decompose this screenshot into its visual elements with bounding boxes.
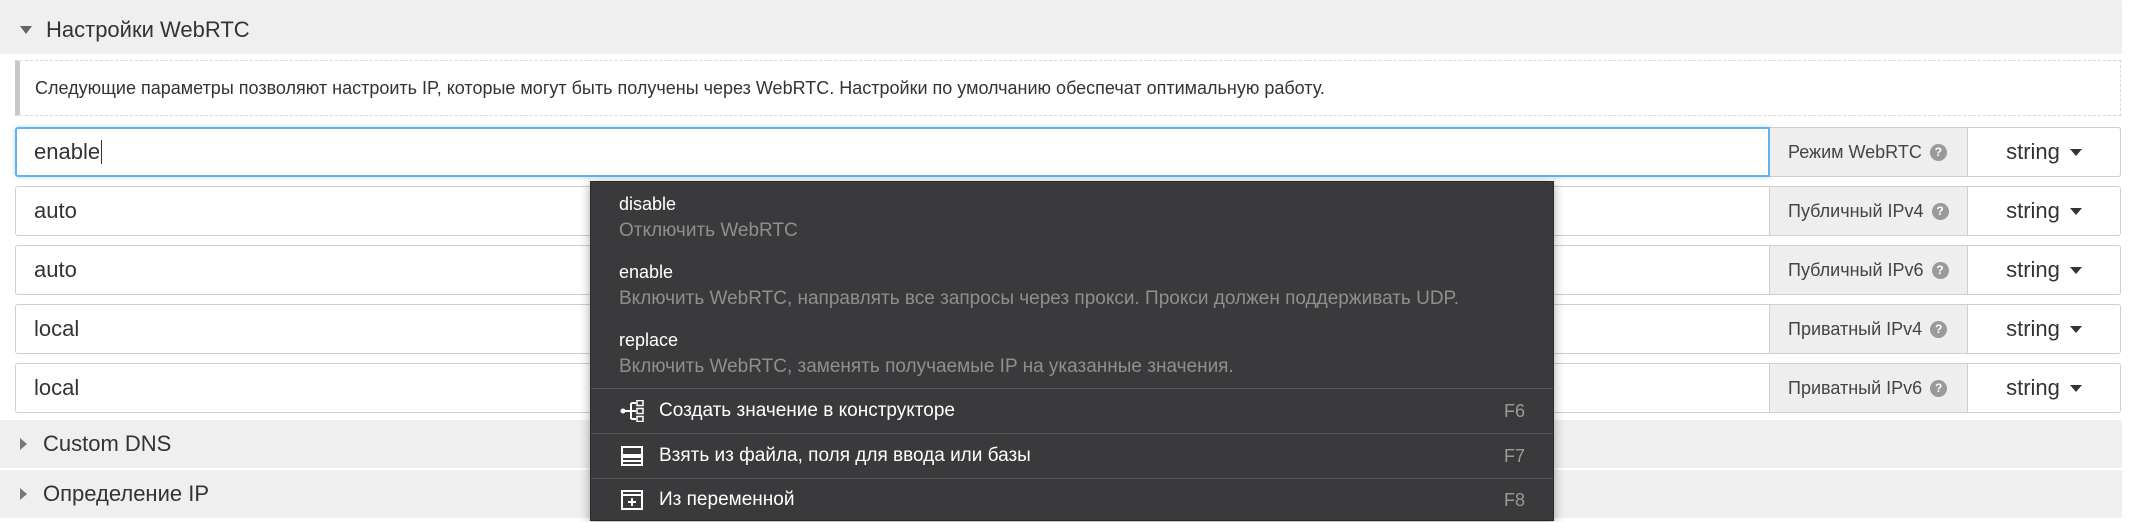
field-label: Режим WebRTC ?	[1770, 127, 1968, 177]
option-enable[interactable]: enable Включить WebRTC, направлять все з…	[619, 262, 1459, 310]
field-label-text: Публичный IPv6	[1788, 259, 1924, 280]
variable-icon	[619, 489, 645, 511]
help-icon[interactable]: ?	[1929, 143, 1947, 161]
section-title: Настройки WebRTC	[46, 17, 250, 42]
field-value: local	[34, 375, 80, 400]
field-value: enable	[34, 139, 101, 164]
section-title: Custom DNS	[43, 431, 172, 456]
menu-item-label: Из переменной	[659, 489, 795, 510]
type-dropdown-button[interactable]: string	[1968, 304, 2121, 354]
text-cursor	[101, 140, 103, 164]
type-label: string	[2006, 198, 2060, 223]
option-name: enable	[619, 262, 674, 282]
constructor-icon	[619, 400, 645, 422]
webrtc-mode-input[interactable]: enable	[15, 127, 1770, 177]
field-label: Публичный IPv6 ?	[1770, 245, 1968, 295]
shortcut-key: F6	[1503, 400, 1525, 421]
help-icon[interactable]: ?	[1930, 379, 1948, 397]
chevron-down-icon	[2069, 384, 2082, 392]
shortcut-key: F7	[1503, 445, 1525, 466]
caret-down-icon	[20, 26, 32, 34]
option-description: Включить WebRTC, заменять получаемые IP …	[619, 356, 1234, 377]
help-icon[interactable]: ?	[1931, 202, 1949, 220]
type-dropdown-button[interactable]: string	[1968, 245, 2121, 295]
option-description: Включить WebRTC, направлять все запросы …	[619, 288, 1460, 309]
type-dropdown-button[interactable]: string	[1968, 363, 2121, 413]
field-label-text: Режим WebRTC	[1788, 141, 1922, 162]
menu-take-from-resource[interactable]: Взять из файла, поля для ввода или базы …	[591, 434, 1553, 478]
menu-create-in-constructor[interactable]: Создать значение в конструкторе F6	[591, 389, 1553, 433]
type-label: string	[2006, 139, 2060, 164]
field-label: Публичный IPv4 ?	[1770, 186, 1968, 236]
field-label-text: Публичный IPv4	[1788, 200, 1924, 221]
resource-icon	[619, 445, 645, 467]
chevron-down-icon	[2069, 148, 2082, 156]
caret-right-icon	[20, 438, 27, 450]
field-label-text: Приватный IPv6	[1788, 377, 1923, 398]
option-disable[interactable]: disable Отключить WebRTC	[619, 194, 798, 242]
caret-right-icon	[20, 488, 27, 500]
row-webrtc-mode: enable Режим WebRTC ? string	[15, 127, 2121, 177]
autocomplete-dropdown: disable Отключить WebRTC enable Включить…	[590, 181, 1554, 521]
field-label: Приватный IPv6 ?	[1770, 363, 1968, 413]
type-label: string	[2006, 316, 2060, 341]
option-name: replace	[619, 330, 679, 350]
menu-from-variable[interactable]: Из переменной F8	[591, 478, 1553, 522]
shortcut-key: F8	[1503, 489, 1525, 510]
info-text: Следующие параметры позволяют настроить …	[35, 77, 1325, 98]
chevron-down-icon	[2069, 266, 2082, 274]
type-label: string	[2006, 257, 2060, 282]
chevron-down-icon	[2069, 207, 2082, 215]
help-icon[interactable]: ?	[1930, 320, 1948, 338]
section-webrtc-header[interactable]: Настройки WebRTC	[0, 6, 2122, 54]
option-replace[interactable]: replace Включить WebRTC, заменять получа…	[619, 330, 1234, 378]
type-label: string	[2006, 375, 2060, 400]
field-value: auto	[34, 257, 77, 282]
chevron-down-icon	[2069, 325, 2082, 333]
type-dropdown-button[interactable]: string	[1968, 127, 2121, 177]
option-name: disable	[619, 194, 677, 214]
field-label: Приватный IPv4 ?	[1770, 304, 1968, 354]
menu-item-label: Взять из файла, поля для ввода или базы	[659, 445, 1031, 466]
info-box: Следующие параметры позволяют настроить …	[15, 60, 2121, 116]
type-dropdown-button[interactable]: string	[1968, 186, 2121, 236]
option-description: Отключить WebRTC	[619, 220, 798, 241]
menu-item-label: Создать значение в конструкторе	[659, 400, 955, 421]
section-title: Определение IP	[43, 481, 209, 506]
field-value: local	[34, 316, 80, 341]
help-icon[interactable]: ?	[1931, 261, 1949, 279]
field-value: auto	[34, 198, 77, 223]
field-label-text: Приватный IPv4	[1788, 318, 1923, 339]
